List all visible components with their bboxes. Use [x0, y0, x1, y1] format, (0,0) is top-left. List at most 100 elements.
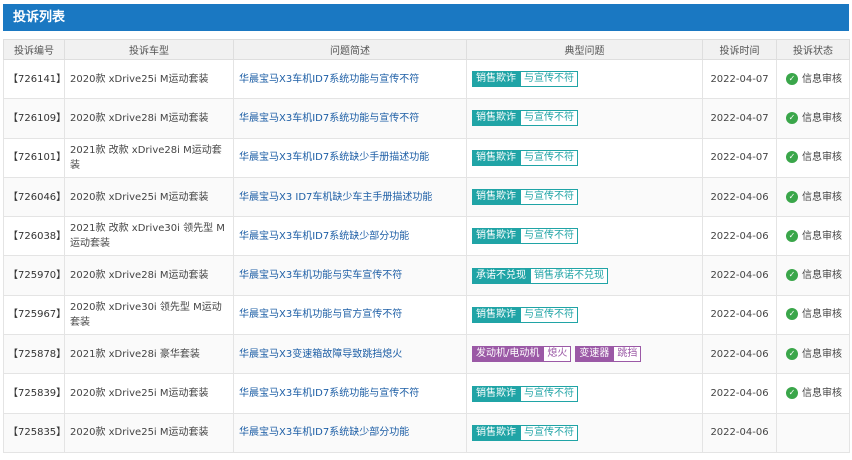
complaint-id[interactable]: 【725878】 — [3, 334, 65, 375]
table-row[interactable]: 【726046】 2020款 xDrive25i M运动套装 华晨宝马X3 ID7车… — [3, 176, 850, 218]
complaint-time: 2022-04-06 — [702, 373, 777, 414]
issue-tag-detail: 与宣传不符 — [520, 306, 578, 323]
issue-tag-category: 变速器 — [575, 346, 614, 363]
issue-tag-detail: 与宣传不符 — [520, 71, 578, 88]
car-model: 2021款 改款 xDrive28i M运动套装 — [64, 137, 234, 178]
check-circle-icon: ✓ — [786, 229, 798, 242]
table-row[interactable]: 【726038】 2021款 改款 xDrive30i 领先型 M运动套装 华晨宝马… — [3, 216, 850, 257]
typical-issue-cell: 销售欺诈 与宣传不符 — [466, 216, 703, 257]
typical-issue-cell: 销售欺诈 与宣传不符 — [466, 176, 703, 218]
check-circle-icon: ✓ — [786, 190, 798, 203]
issue-tag-category: 销售欺诈 — [472, 71, 520, 88]
typical-issue-cell: 承诺不兑现 销售承诺不兑现 — [466, 255, 703, 296]
complaint-id[interactable]: 【726101】 — [3, 137, 65, 178]
issue-summary-link[interactable]: 华晨宝马X3车机ID7系统功能与宣传不符 — [233, 98, 467, 139]
complaint-status: ✓ 信息审核 — [776, 98, 850, 139]
issue-tag[interactable]: 销售欺诈 与宣传不符 — [472, 228, 578, 245]
complaint-id[interactable]: 【725967】 — [3, 294, 65, 336]
status-label: 信息审核 — [802, 309, 842, 321]
issue-tag[interactable]: 销售欺诈 与宣传不符 — [472, 189, 578, 206]
table-row[interactable]: 【726101】 2021款 改款 xDrive28i M运动套装 华晨宝马X3车机… — [3, 137, 850, 178]
complaint-id[interactable]: 【725839】 — [3, 373, 65, 414]
complaint-id[interactable]: 【726046】 — [3, 176, 65, 218]
issue-tag[interactable]: 销售欺诈 与宣传不符 — [472, 424, 578, 441]
complaint-id[interactable]: 【726109】 — [3, 98, 65, 139]
complaint-id[interactable]: 【725835】 — [3, 412, 65, 453]
check-circle-icon: ✓ — [786, 347, 798, 360]
typical-issue-cell: 发动机/电动机 熄火 变速器 跳挡 — [466, 334, 703, 375]
issue-tag-detail: 与宣传不符 — [520, 149, 578, 166]
issue-tag[interactable]: 销售欺诈 与宣传不符 — [472, 71, 578, 88]
car-model: 2020款 xDrive25i M运动套装 — [64, 58, 234, 100]
complaint-status: ✓ 信息审核 — [776, 334, 850, 375]
table-row[interactable]: 【725967】 2020款 xDrive30i 领先型 M运动套装 华晨宝马X3车… — [3, 294, 850, 336]
complaint-time: 2022-04-07 — [702, 58, 777, 100]
table-row[interactable]: 【725878】 2021款 xDrive28i 豪华套装 华晨宝马X3变速箱故障导… — [3, 334, 850, 375]
complaint-time: 2022-04-06 — [702, 294, 777, 336]
issue-tag-category: 承诺不兑现 — [472, 267, 530, 284]
check-circle-icon: ✓ — [786, 269, 798, 282]
complaint-time: 2022-04-07 — [702, 98, 777, 139]
issue-tag-detail: 熄火 — [543, 346, 572, 363]
issue-summary-link[interactable]: 华晨宝马X3车机功能与实车宣传不符 — [233, 255, 467, 296]
table-row[interactable]: 【725970】 2020款 xDrive28i M运动套装 华晨宝马X3车机功能与… — [3, 255, 850, 296]
issue-tag[interactable]: 销售欺诈 与宣传不符 — [472, 306, 578, 323]
issue-summary-link[interactable]: 华晨宝马X3 ID7车机缺少车主手册描述功能 — [233, 176, 467, 218]
issue-summary-link[interactable]: 华晨宝马X3车机ID7系统缺少部分功能 — [233, 216, 467, 257]
car-model: 2020款 xDrive30i 领先型 M运动套装 — [64, 294, 234, 336]
typical-issue-cell: 销售欺诈 与宣传不符 — [466, 412, 703, 453]
complaint-id[interactable]: 【726141】 — [3, 58, 65, 100]
column-header-id: 投诉编号 — [3, 39, 65, 60]
typical-issue-cell: 销售欺诈 与宣传不符 — [466, 137, 703, 178]
issue-tag-category: 发动机/电动机 — [472, 346, 544, 363]
car-model: 2020款 xDrive28i M运动套装 — [64, 255, 234, 296]
car-model: 2021款 xDrive28i 豪华套装 — [64, 334, 234, 375]
issue-summary-link[interactable]: 华晨宝马X3车机功能与官方宣传不符 — [233, 294, 467, 336]
complaint-id[interactable]: 【725970】 — [3, 255, 65, 296]
check-circle-icon: ✓ — [786, 111, 798, 124]
typical-issue-cell: 销售欺诈 与宣传不符 — [466, 58, 703, 100]
issue-tag-detail: 与宣传不符 — [520, 110, 578, 127]
issue-tag-detail: 与宣传不符 — [520, 189, 578, 206]
issue-summary-link[interactable]: 华晨宝马X3车机ID7系统功能与宣传不符 — [233, 373, 467, 414]
column-header-status: 投诉状态 — [776, 39, 850, 60]
column-header-model: 投诉车型 — [64, 39, 234, 60]
complaint-time: 2022-04-06 — [702, 412, 777, 453]
column-header-typical-issue: 典型问题 — [466, 39, 703, 60]
complaint-id[interactable]: 【726038】 — [3, 216, 65, 257]
car-model: 2020款 xDrive25i M运动套装 — [64, 176, 234, 218]
issue-summary-link[interactable]: 华晨宝马X3车机ID7系统功能与宣传不符 — [233, 58, 467, 100]
status-label: 信息审核 — [802, 230, 842, 242]
check-circle-icon: ✓ — [786, 72, 798, 85]
table-row[interactable]: 【726141】 2020款 xDrive25i M运动套装 华晨宝马X3车机ID7… — [3, 58, 850, 100]
issue-tag-category: 销售欺诈 — [472, 110, 520, 127]
table-row[interactable]: 【726109】 2020款 xDrive28i M运动套装 华晨宝马X3车机ID7… — [3, 98, 850, 139]
issue-tag-detail: 与宣传不符 — [520, 228, 578, 245]
complaint-time: 2022-04-06 — [702, 176, 777, 218]
issue-tag[interactable]: 变速器 跳挡 — [575, 346, 642, 363]
issue-summary-link[interactable]: 华晨宝马X3变速箱故障导致跳挡熄火 — [233, 334, 467, 375]
car-model: 2020款 xDrive25i M运动套装 — [64, 412, 234, 453]
issue-summary-link[interactable]: 华晨宝马X3车机ID7系统缺少手册描述功能 — [233, 137, 467, 178]
status-label: 信息审核 — [802, 152, 842, 164]
table-row[interactable]: 【725839】 2020款 xDrive25i M运动套装 华晨宝马X3车机ID7… — [3, 373, 850, 414]
issue-tag[interactable]: 承诺不兑现 销售承诺不兑现 — [472, 267, 608, 284]
issue-tag-category: 销售欺诈 — [472, 228, 520, 245]
complaint-status: ✓ 信息审核 — [776, 137, 850, 178]
table-header-row: 投诉编号 投诉车型 问题简述 典型问题 投诉时间 投诉状态 — [3, 39, 850, 60]
table-row[interactable]: 【725835】 2020款 xDrive25i M运动套装 华晨宝马X3车机ID7… — [3, 412, 850, 453]
complaint-status: ✓ 信息审核 — [776, 58, 850, 100]
car-model: 2021款 改款 xDrive30i 领先型 M运动套装 — [64, 216, 234, 257]
complaint-time: 2022-04-06 — [702, 334, 777, 375]
status-label: 信息审核 — [802, 388, 842, 400]
complaint-time: 2022-04-06 — [702, 216, 777, 257]
complaint-status: ✓ 信息审核 — [776, 373, 850, 414]
issue-tag[interactable]: 发动机/电动机 熄火 — [472, 346, 572, 363]
complaint-status: ✓ 信息审核 — [776, 294, 850, 336]
complaint-status — [776, 412, 850, 453]
issue-tag-category: 销售欺诈 — [472, 424, 520, 441]
issue-tag[interactable]: 销售欺诈 与宣传不符 — [472, 149, 578, 166]
issue-summary-link[interactable]: 华晨宝马X3车机ID7系统缺少部分功能 — [233, 412, 467, 453]
issue-tag[interactable]: 销售欺诈 与宣传不符 — [472, 385, 578, 402]
issue-tag[interactable]: 销售欺诈 与宣传不符 — [472, 110, 578, 127]
